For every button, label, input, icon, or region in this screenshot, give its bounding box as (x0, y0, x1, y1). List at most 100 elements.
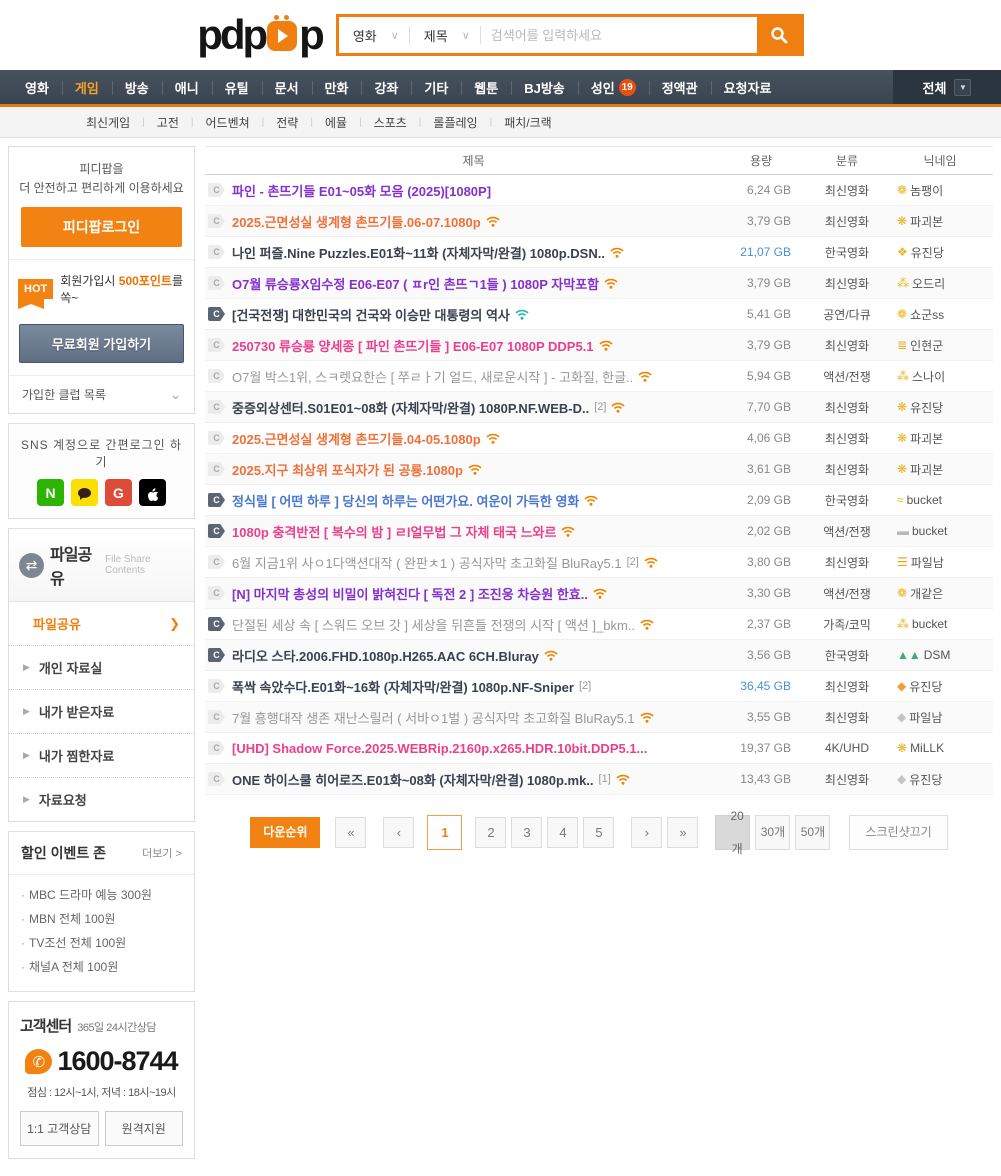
nav-item-기타[interactable]: 기타 (411, 70, 461, 104)
file-title-link[interactable]: 2025.지구 최상위 포식자가 된 공룡.1080p (232, 460, 715, 479)
file-category[interactable]: 최신영화 (807, 678, 887, 695)
file-title-link[interactable]: 2025.근면성실 생계형 촌뜨기들.06-07.1080p (232, 212, 715, 231)
nav-item-문서[interactable]: 문서 (262, 70, 312, 104)
search-category-select[interactable]: 영화 ∨ (339, 26, 409, 45)
sidebar-menu-자료요청[interactable]: ▶자료요청 (9, 778, 194, 821)
uploader-nickname[interactable]: ❁쇼군ss (887, 306, 993, 323)
next-page-button[interactable]: › (631, 817, 662, 848)
uploader-nickname[interactable]: ⁂오드리 (887, 275, 993, 292)
file-category[interactable]: 공연/다큐 (807, 306, 887, 323)
file-category[interactable]: 한국영화 (807, 647, 887, 664)
file-title-link[interactable]: O7월 류승룡X임수정 E06-E07 ( ㅍr인 촌뜨ㄱ1들 ) 1080P … (232, 274, 715, 293)
file-category[interactable]: 최신영화 (807, 461, 887, 478)
event-item[interactable]: ·MBN 전체 100원 (21, 907, 182, 931)
subnav-item-패치/크랙[interactable]: 패치/크랙 (492, 114, 564, 131)
uploader-nickname[interactable]: ❋유진당 (887, 399, 993, 416)
uploader-nickname[interactable]: ❋파괴본 (887, 430, 993, 447)
file-title-link[interactable]: 폭싹 속았수다.E01화~16화 (자체자막/완결) 1080p.NF-Snip… (232, 677, 715, 696)
apple-login-icon[interactable] (139, 479, 166, 506)
file-title-link[interactable]: [N] 마지막 총성의 비밀이 밝혀진다 [ 독전 2 ] 조진웅 차승원 한효… (232, 584, 715, 603)
file-title-link[interactable]: 6월 지금1위 사ㅇ1다액션대작 ( 완판ㅊ1 ) 공식자막 초고화질 BluR… (232, 553, 715, 572)
file-title-link[interactable]: 나인 퍼즐.Nine Puzzles.E01화~11화 (자체자막/완결) 10… (232, 243, 715, 262)
uploader-nickname[interactable]: ☰파일남 (887, 554, 993, 571)
sidebar-menu-개인-자료실[interactable]: ▶개인 자료실 (9, 646, 194, 690)
one-to-one-support-button[interactable]: 1:1 고객상담 (20, 1111, 99, 1146)
uploader-nickname[interactable]: ❋MiLLK (887, 741, 993, 755)
chevron-down-icon[interactable]: ▼ (954, 79, 971, 96)
sidebar-menu-내가-받은자료[interactable]: ▶내가 받은자료 (9, 690, 194, 734)
nav-item-웹툰[interactable]: 웹툰 (461, 70, 511, 104)
uploader-nickname[interactable]: ❖유진당 (887, 244, 993, 261)
nav-item-영화[interactable]: 영화 (12, 70, 62, 104)
file-title-link[interactable]: [건국전쟁] 대한민국의 건국와 이승만 대통령의 역사 (232, 305, 715, 324)
file-title-link[interactable]: 단절된 세상 속 [ 스워드 오브 갓 ] 세상을 뒤흔들 전쟁의 시작 [ 액… (232, 615, 715, 634)
file-title-link[interactable]: O7월 박스1위, 스ㅋ렛요한슨 [ 쭈ㄹㅏ기 얼드, 새로운시작 ] - 고화… (232, 367, 715, 386)
file-category[interactable]: 최신영화 (807, 430, 887, 447)
file-category[interactable]: 액션/전쟁 (807, 368, 887, 385)
uploader-nickname[interactable]: ◆유진당 (887, 678, 993, 695)
page-button-1[interactable]: 1 (427, 815, 462, 850)
sidebar-menu-내가-찜한자료[interactable]: ▶내가 찜한자료 (9, 734, 194, 778)
file-title-link[interactable]: 7월 흥행대작 생존 재난스릴러 ( 서바ㅇ1벌 ) 공식자막 초고화질 Blu… (232, 708, 715, 727)
file-category[interactable]: 최신영화 (807, 275, 887, 292)
nav-item-BJ방송[interactable]: BJ방송 (511, 70, 578, 104)
nav-item-all[interactable]: 전체 ▼ (893, 70, 1001, 104)
joined-clubs-toggle[interactable]: 가입한 클럽 목록 ⌄ (9, 375, 194, 413)
subnav-item-에뮬[interactable]: 에뮬 (313, 114, 359, 131)
google-login-icon[interactable]: G (105, 479, 132, 506)
search-input[interactable] (481, 28, 757, 43)
subnav-item-고전[interactable]: 고전 (145, 114, 191, 131)
uploader-nickname[interactable]: ◆유진당 (887, 771, 993, 788)
screenshot-toggle-button[interactable]: 스크린샷끄기 (849, 815, 947, 850)
page-size-button-50개[interactable]: 50개 (795, 815, 830, 850)
nav-item-애니[interactable]: 애니 (162, 70, 212, 104)
file-category[interactable]: 최신영화 (807, 709, 887, 726)
uploader-nickname[interactable]: ❋파괴본 (887, 213, 993, 230)
file-title-link[interactable]: 250730 류승룡 양세종 [ 파인 촌뜨기들 ] E06-E07 1080P… (232, 336, 715, 355)
uploader-nickname[interactable]: ⁂bucket (887, 617, 993, 631)
nav-item-게임[interactable]: 게임 (62, 70, 112, 104)
event-more-link[interactable]: 더보기 > (142, 845, 182, 861)
file-category[interactable]: 최신영화 (807, 399, 887, 416)
join-button[interactable]: 무료회원 가입하기 (19, 324, 184, 363)
uploader-nickname[interactable]: ≣인현군 (887, 337, 993, 354)
subnav-item-전략[interactable]: 전략 (264, 114, 310, 131)
search-button[interactable] (757, 17, 801, 53)
uploader-nickname[interactable]: ≈bucket (887, 493, 993, 507)
file-title-link[interactable]: 1080p 충격반전 [ 복수의 밤 ] ㄹl얼무법 그 자체 태국 느와르 (232, 522, 715, 541)
file-category[interactable]: 액션/전쟁 (807, 585, 887, 602)
subnav-item-최신게임[interactable]: 최신게임 (74, 114, 142, 131)
file-category[interactable]: 최신영화 (807, 213, 887, 230)
nav-item-성인[interactable]: 성인19 (578, 70, 649, 104)
page-size-button-30개[interactable]: 30개 (755, 815, 790, 850)
uploader-nickname[interactable]: ❁개같은 (887, 585, 993, 602)
nav-item-요청자료[interactable]: 요청자료 (711, 70, 785, 104)
file-title-link[interactable]: 중증외상센터.S01E01~08화 (자체자막/완결) 1080P.NF.WEB… (232, 398, 715, 417)
file-category[interactable]: 4K/UHD (807, 741, 887, 755)
uploader-nickname[interactable]: ❁놈팽이 (887, 182, 993, 199)
naver-login-icon[interactable]: N (37, 479, 64, 506)
file-category[interactable]: 최신영화 (807, 554, 887, 571)
page-button-3[interactable]: 3 (511, 817, 542, 848)
nav-item-강좌[interactable]: 강좌 (361, 70, 411, 104)
kakao-login-icon[interactable] (71, 479, 98, 506)
subnav-item-스포츠[interactable]: 스포츠 (362, 114, 419, 131)
file-title-link[interactable]: 2025.근면성실 생계형 촌뜨기들.04-05.1080p (232, 429, 715, 448)
nav-item-만화[interactable]: 만화 (312, 70, 362, 104)
download-rank-button[interactable]: 다운순위 (250, 817, 320, 848)
file-category[interactable]: 최신영화 (807, 182, 887, 199)
nav-item-유틸[interactable]: 유틸 (212, 70, 262, 104)
uploader-nickname[interactable]: ❋파괴본 (887, 461, 993, 478)
site-logo[interactable]: pdpp (197, 18, 322, 52)
uploader-nickname[interactable]: ▲▲DSM (887, 648, 993, 662)
file-category[interactable]: 가족/코믹 (807, 616, 887, 633)
file-category[interactable]: 최신영화 (807, 771, 887, 788)
prev-page-button[interactable]: ‹ (383, 817, 414, 848)
event-item[interactable]: ·MBC 드라마 예능 300원 (21, 883, 182, 907)
last-page-button[interactable]: » (667, 817, 698, 848)
event-item[interactable]: ·채널A 전체 100원 (21, 955, 182, 979)
page-button-2[interactable]: 2 (475, 817, 506, 848)
sidebar-menu-파일공유[interactable]: 파일공유❯ (9, 602, 194, 646)
remote-support-button[interactable]: 원격지원 (105, 1111, 184, 1146)
page-button-4[interactable]: 4 (547, 817, 578, 848)
